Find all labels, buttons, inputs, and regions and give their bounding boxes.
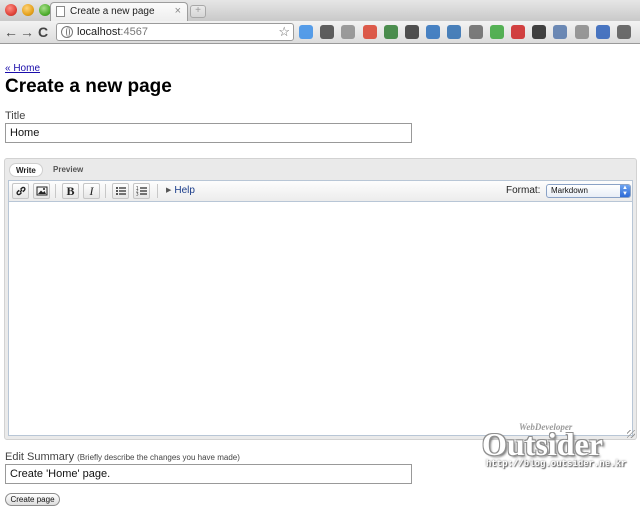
puzzle-icon[interactable] [595,25,610,39]
gear-icon[interactable] [532,25,547,39]
screenshot-icon[interactable] [405,25,419,39]
watermark-url: http://blog.outsider.ne.kr [486,459,627,469]
window-close-button[interactable] [5,4,17,16]
bold-button[interactable]: B [62,183,79,199]
mail-icon[interactable] [341,25,356,39]
eyedropper-icon[interactable] [468,25,483,39]
link-icon[interactable] [12,183,29,199]
tab-write[interactable]: Write [9,163,43,177]
window-titlebar: Create a new page × + [0,0,640,21]
edit-summary-input[interactable] [5,464,412,484]
numbered-list-icon[interactable]: 123 [133,183,150,199]
svg-text:3: 3 [136,191,139,196]
toolbar-separator [55,184,56,198]
window-minimize-button[interactable] [22,4,34,16]
frog-icon[interactable] [489,25,504,39]
delicious-icon[interactable] [299,25,313,39]
italic-button[interactable]: I [83,183,100,199]
toolbar-separator [157,184,158,198]
format-select[interactable]: Markdown ▲ ▼ [546,184,631,198]
address-bar[interactable]: localhost:4567 ☆ [56,23,294,41]
browser-toolbar: ← → C localhost:4567 ☆ [0,21,640,44]
triangle-right-icon: ▶ [166,187,172,194]
tab-title: Create a new page [70,6,155,17]
back-button[interactable]: ← [4,24,18,40]
edit-summary-label: Edit Summary (Briefly describe the chang… [5,451,240,463]
content-textarea[interactable] [8,202,633,436]
page-title: Create a new page [5,76,172,97]
readitlater-icon[interactable] [320,25,335,39]
image-icon[interactable] [33,183,50,199]
forward-button[interactable]: → [20,24,34,40]
create-page-button[interactable]: Create page [5,493,60,506]
bookmark-star-icon[interactable]: ☆ [278,24,290,40]
magnet-icon[interactable] [362,25,377,39]
page-icon [56,6,65,17]
rss-icon[interactable] [447,25,462,39]
search-ext-icon[interactable] [426,25,441,39]
address-url[interactable]: localhost:4567 [77,26,148,38]
resize-handle-icon[interactable] [627,430,635,438]
new-tab-button[interactable]: + [190,5,206,18]
edit-summary-hint: (Briefly describe the changes you have m… [77,453,240,462]
browser-tab[interactable]: Create a new page × [50,2,188,21]
toolbar-separator [105,184,106,198]
tab-close-icon[interactable]: × [175,5,181,17]
help-toggle[interactable]: ▶ Help [166,185,195,196]
settings-icon[interactable] [574,25,589,39]
window-icon[interactable] [553,25,568,39]
clipboard-icon[interactable] [617,25,631,39]
editor-toolbar: B I 123 ▶ Help Format: Markdown ▲ ▼ [8,180,633,202]
title-label: Title [5,110,26,122]
globe-icon [61,26,73,38]
editor: Write Preview B I 123 ▶ Help Format: Mark… [4,158,637,440]
notify-icon[interactable] [511,25,525,39]
title-input[interactable] [5,123,412,143]
tabs-icon[interactable] [383,25,398,39]
tab-preview[interactable]: Preview [47,163,89,177]
format-selected: Markdown [551,186,588,195]
reload-button[interactable]: C [38,24,48,40]
format-label: Format: [506,185,541,196]
bullet-list-icon[interactable] [112,183,129,199]
select-arrows-icon: ▲ ▼ [620,185,630,197]
home-link[interactable]: « Home [5,63,40,74]
